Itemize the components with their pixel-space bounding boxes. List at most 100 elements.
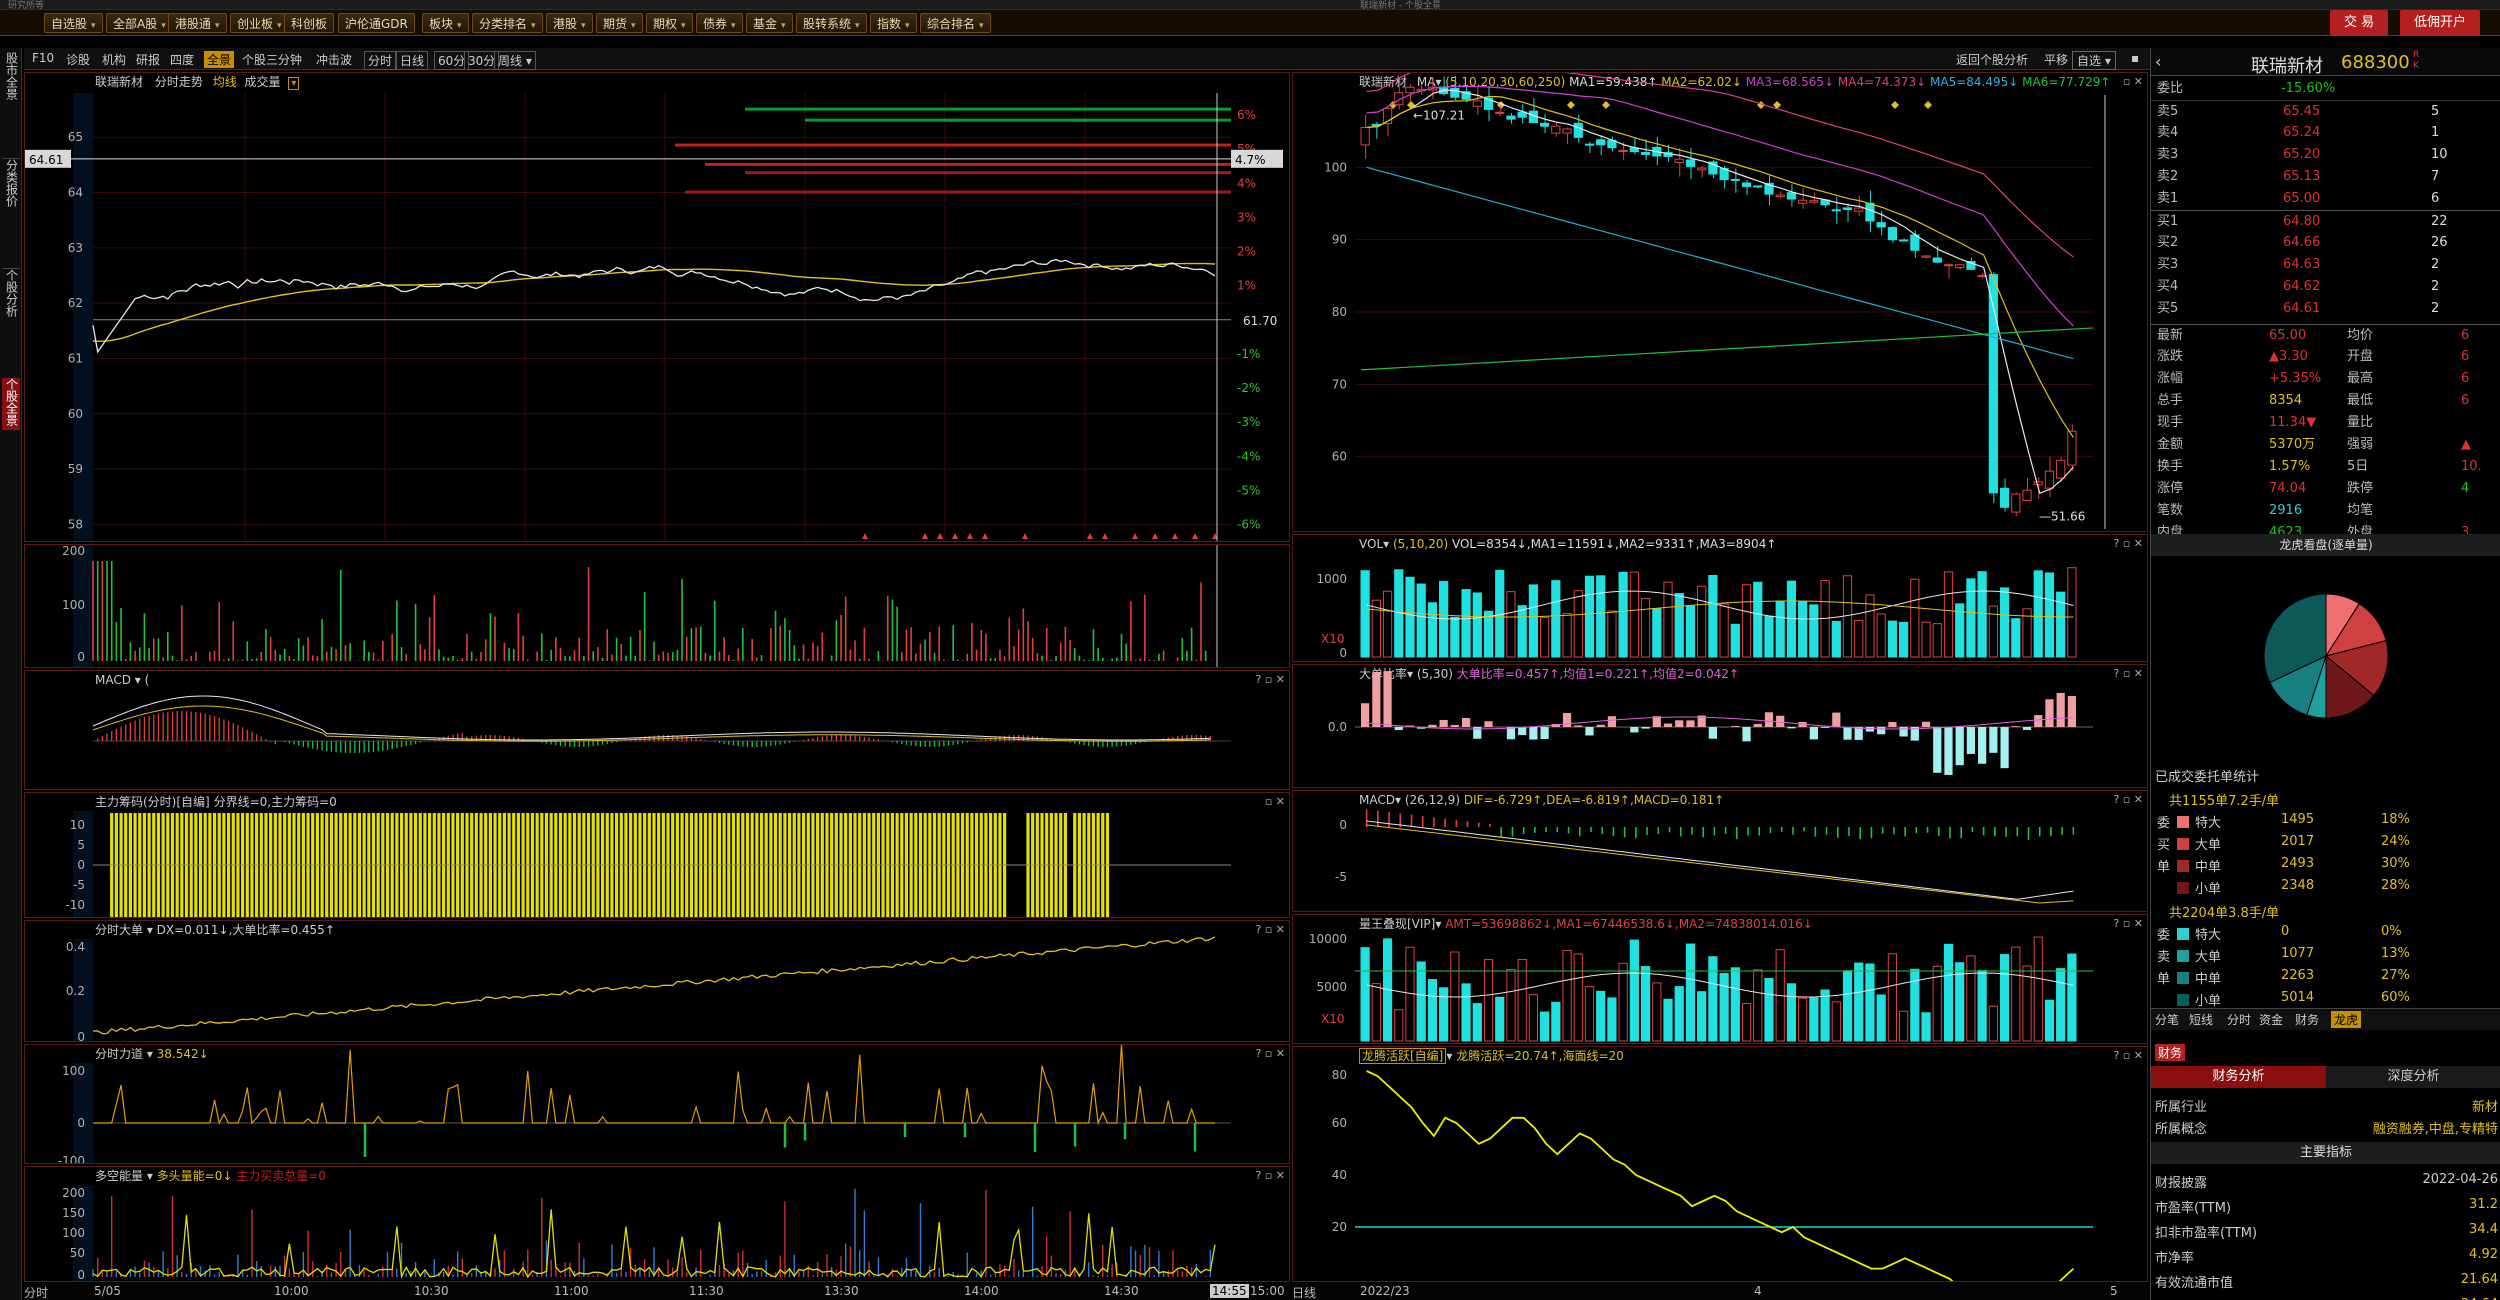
intraday-macd-chart (92, 695, 1231, 753)
ratio-bar (1820, 727, 1830, 728)
stat-label: 金额 (2157, 437, 2184, 452)
view-tab-3[interactable]: 研报 (136, 51, 160, 68)
pct-tick: 3% (1237, 210, 1256, 224)
force-panel[interactable]: 分时力道 ▾ 38.542↓ ? ▫ ✕ 100 0 -100 (24, 1044, 1290, 1164)
ask-price: 65.13 (2283, 169, 2321, 184)
energy-panel[interactable]: 多空能量 ▾ 多头量能=0↓ 主力买卖总量=0 ? ▫ ✕ 200 150 100 5… (24, 1166, 1290, 1282)
volume-bar (2033, 570, 2043, 658)
quote-tab-1[interactable]: 短线 (2189, 1011, 2213, 1028)
toolbar-button-15[interactable]: 综合排名 ▾ (920, 13, 991, 33)
quote-tab-0[interactable]: 分笔 (2155, 1011, 2179, 1028)
buy-type: 小单 (2195, 882, 2222, 897)
toolbar-button-3[interactable]: 创业板 ▾ (230, 13, 289, 33)
kline-amount-panel[interactable]: 量王叠现[VIP]▾ AMT=53698862↓,MA1=67446538.6↓… (1292, 914, 2148, 1044)
toolbar-button-4[interactable]: 科创板 (284, 13, 335, 33)
volume-bar (1977, 571, 1987, 658)
volume-bar (1697, 585, 1707, 658)
candle-body (1854, 207, 1864, 212)
event-diamond (1567, 101, 1575, 109)
view-tab-5[interactable]: 全景 (204, 51, 235, 68)
trade-button[interactable]: 交 易 (2330, 10, 2389, 36)
y-tick: 10000 (1309, 932, 1347, 946)
stat-label-2: 均价 (2347, 328, 2374, 343)
toolbar-button-5[interactable]: 沪伦通GDR (338, 13, 415, 33)
volume-bar (1741, 584, 1752, 658)
amount-bar (2011, 946, 2021, 1042)
volume-bar (1517, 605, 1527, 658)
kline-active-panel[interactable]: 龙腾活跃[自编] ▾ 龙腾活跃=20.74↑,海面线=20 ? ▫ ✕ 80 60 4… (1292, 1046, 2148, 1282)
metric-value: 21.64 (2460, 1272, 2498, 1287)
rail-tab-quotes[interactable]: 分类报价 (2, 158, 20, 211)
volume-bar (1427, 602, 1438, 658)
amount-bar (1977, 970, 1987, 1042)
open-account-button[interactable]: 低佣开户 (2400, 10, 2481, 36)
view-tab-7[interactable]: 冲击波 (316, 51, 352, 68)
toolbar-button-10[interactable]: 期权 ▾ (646, 13, 693, 33)
toolbar-button-14[interactable]: 指数 ▾ (870, 13, 917, 33)
view-tab-2[interactable]: 机构 (102, 51, 126, 68)
view-tab-0[interactable]: F10 (32, 51, 54, 65)
quote-tab-4[interactable]: 财务 (2295, 1011, 2319, 1028)
rail-tab-overview[interactable]: 个股全景 (2, 378, 20, 430)
watchlist-select[interactable]: 自选 ▾ (2072, 51, 2116, 70)
ask-price: 65.00 (2283, 191, 2321, 206)
y-tick: 80 (1332, 1068, 1347, 1082)
intraday-price-panel[interactable]: 联瑞新材 分时走势 均线 成交量 ▾ 65 64 63 62 61 60 59 58 61.70… (24, 72, 1290, 542)
sell-volume: 2263 (2281, 968, 2315, 983)
settings-icon[interactable]: ▪ (2131, 51, 2139, 65)
toolbar-button-label: 港股通 (175, 17, 212, 31)
sell-legend-swatch (2177, 928, 2189, 940)
view-tab-8[interactable]: 分时 (364, 51, 397, 70)
intraday-volume-panel[interactable]: 200 100 0 (24, 544, 1290, 668)
intraday-macd-panel[interactable]: MACD ▾ ( ? ▫ ✕ (24, 670, 1290, 790)
buy-type: 大单 (2195, 838, 2222, 853)
amount-bar (1842, 970, 1853, 1042)
intraday-bigorder-panel[interactable]: 分时大单 ▾ DX=0.011↓,大单比率=0.455↑ ? ▫ ✕ 0.4 0.… (24, 920, 1290, 1042)
toolbar-button-6[interactable]: 板块 ▾ (422, 13, 469, 33)
kline-price-panel[interactable]: 联瑞新材 MA▾ (5,10,20,30,60,250) MA1=59.438↑… (1292, 72, 2148, 532)
buy-side-label: 单 (2157, 860, 2171, 875)
toolbar-button-9[interactable]: 期货 ▾ (596, 13, 643, 33)
view-tab-1[interactable]: 诊股 (66, 51, 90, 68)
ask-label: 卖5 (2157, 104, 2179, 119)
return-analysis-link[interactable]: 返回个股分析 (1956, 51, 2028, 68)
toolbar-button-7[interactable]: 分类排名 ▾ (472, 13, 543, 33)
view-tab-4[interactable]: 四度 (170, 51, 194, 68)
price-tick: 65 (68, 130, 83, 144)
finance-analysis-tab[interactable]: 财务分析 (2151, 1066, 2326, 1088)
deep-analysis-tab[interactable]: 深度分析 (2326, 1066, 2500, 1088)
zlcm-panel[interactable]: 主力筹码(分时)[自编] 分界线=0,主力筹码=0 ▫ ✕ 10 5 0 -5 -10 (24, 792, 1290, 918)
view-tab-12[interactable]: 周线 ▾ (494, 51, 536, 70)
pan-button[interactable]: 平移 (2044, 51, 2068, 68)
view-tab-9[interactable]: 日线 (396, 51, 429, 70)
rail-tab-market[interactable]: 股市全景 (2, 52, 20, 104)
kline-bigorder-panel[interactable]: 大单比率▾ (5,30) 大单比率=0.457↑,均值1=0.221↑,均值2=… (1292, 664, 2148, 788)
kline-macd-panel[interactable]: MACD▾ (26,12,9) DIF=-6.729↑,DEA=-6.819↑,… (1292, 790, 2148, 912)
view-tab-6[interactable]: 个股三分钟 (242, 51, 302, 68)
kline-volume-panel[interactable]: VOL▾ (5,10,20) VOL=8354↓,MA1=11591↓,MA2=… (1292, 534, 2148, 662)
bid-label: 买3 (2157, 257, 2179, 272)
quote-tab-5[interactable]: 龙虎 (2331, 1011, 2362, 1028)
candle-body (1562, 128, 1572, 134)
toolbar-button-0[interactable]: 自选股 ▾ (44, 13, 103, 33)
toolbar-button-8[interactable]: 港股 ▾ (546, 13, 593, 33)
toolbar-button-13[interactable]: 股转系统 ▾ (796, 13, 867, 33)
finance-tab[interactable]: 财务 (2155, 1044, 2186, 1061)
toolbar-button-2[interactable]: 港股通 ▾ (168, 13, 227, 33)
toolbar-button-12[interactable]: 基金 ▾ (746, 13, 793, 33)
back-icon[interactable]: ‹ (2155, 52, 2161, 71)
toolbar-button-1[interactable]: 全部A股 ▾ (106, 13, 173, 33)
quote-tab-2[interactable]: 分时 (2227, 1011, 2251, 1028)
pct-tick: -2% (1237, 381, 1260, 395)
amount-bar (1854, 962, 1864, 1042)
weibi-label: 委比 (2157, 81, 2184, 96)
bid-row: 买1 64.80 22 (2151, 210, 2500, 232)
toolbar-button-11[interactable]: 债券 ▾ (696, 13, 743, 33)
rail-tab-analysis[interactable]: 个股分析 (2, 268, 20, 321)
toolbar-button-label: 期权 (653, 17, 678, 31)
amount-bar (1674, 986, 1684, 1042)
amount-bar (1652, 982, 1662, 1042)
amount-bar (1439, 987, 1449, 1042)
quote-tab-3[interactable]: 资金 (2259, 1011, 2283, 1028)
stat-label-2: 开盘 (2347, 349, 2374, 364)
